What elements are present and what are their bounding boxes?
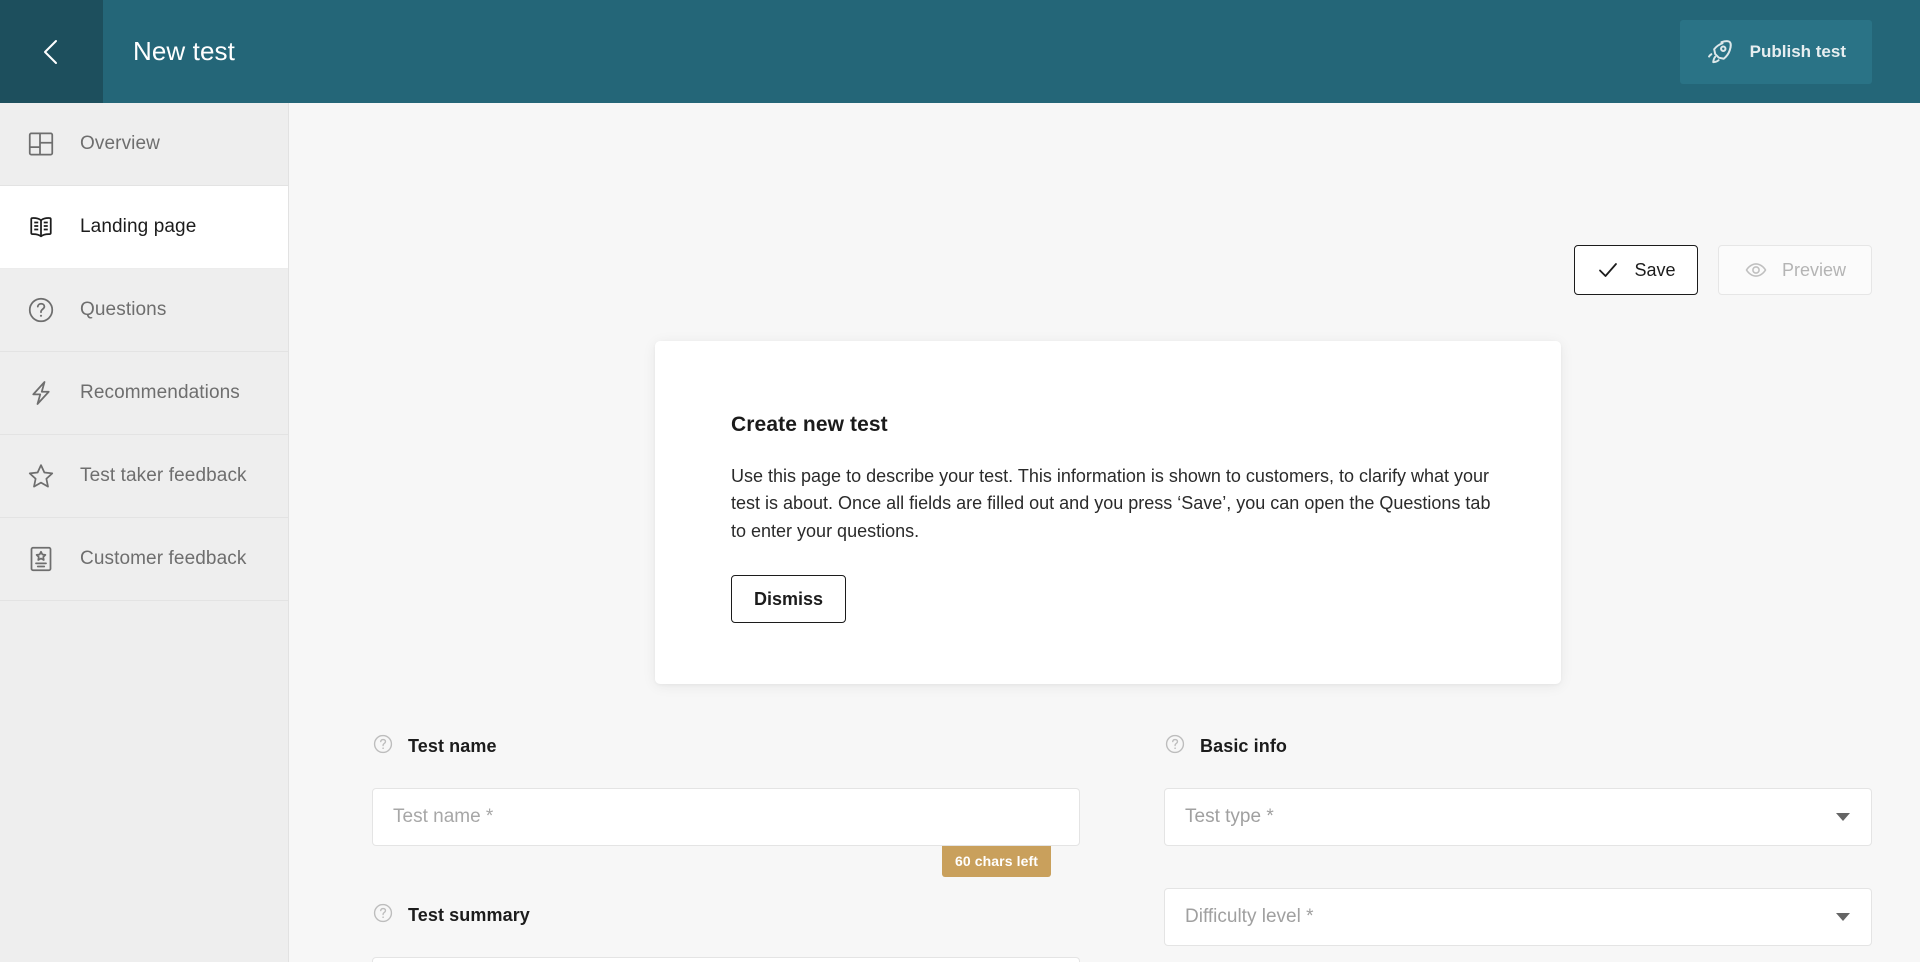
check-icon — [1596, 258, 1620, 282]
star-icon — [24, 459, 58, 493]
header-spacer — [235, 0, 1680, 103]
test-summary-label: Test summary — [408, 905, 530, 926]
page-title: New test — [103, 0, 235, 103]
save-button[interactable]: Save — [1574, 245, 1698, 295]
question-circle-icon[interactable] — [372, 733, 394, 760]
question-circle-icon — [24, 293, 58, 327]
sidebar-item-label: Overview — [80, 133, 160, 155]
sidebar-item-test-taker-feedback[interactable]: Test taker feedback — [0, 435, 288, 518]
sidebar-item-recommendations[interactable]: Recommendations — [0, 352, 288, 435]
test-name-label: Test name — [408, 736, 497, 757]
preview-button[interactable]: Preview — [1718, 245, 1872, 295]
sidebar-item-label: Customer feedback — [80, 548, 246, 570]
lightning-bolt-icon — [24, 376, 58, 410]
app-root: New test Publish test — [0, 0, 1920, 962]
create-new-test-info-card: Create new test Use this page to describ… — [655, 341, 1561, 684]
sidebar-item-label: Test taker feedback — [80, 465, 247, 487]
chevron-left-icon — [36, 36, 68, 68]
back-button[interactable] — [0, 0, 103, 103]
test-name-input[interactable] — [372, 788, 1080, 846]
test-summary-textarea[interactable] — [372, 957, 1080, 962]
test-type-select[interactable]: Test type * — [1164, 788, 1872, 846]
preview-label: Preview — [1782, 260, 1846, 281]
difficulty-level-select-wrap: Difficulty level * — [1164, 888, 1872, 946]
form-column-left: Test name 60 chars left — [372, 733, 1080, 962]
sidebar-item-overview[interactable]: Overview — [0, 103, 288, 186]
open-book-icon — [24, 210, 58, 244]
difficulty-level-select[interactable]: Difficulty level * — [1164, 888, 1872, 946]
test-name-label-row: Test name — [372, 733, 1080, 760]
info-card-body: Use this page to describe your test. Thi… — [731, 463, 1491, 545]
sidebar-item-customer-feedback[interactable]: Customer feedback — [0, 518, 288, 601]
layout-grid-icon — [24, 127, 58, 161]
dismiss-button[interactable]: Dismiss — [731, 575, 846, 623]
test-name-input-wrap: 60 chars left — [372, 788, 1080, 846]
info-card-title: Create new test — [731, 413, 1499, 437]
sidebar-item-label: Recommendations — [80, 382, 240, 404]
difficulty-level-select-value: Difficulty level * — [1185, 906, 1313, 928]
basic-info-label: Basic info — [1200, 736, 1287, 757]
sidebar-item-questions[interactable]: Questions — [0, 269, 288, 352]
chars-left-badge: 60 chars left — [942, 846, 1051, 877]
feedback-card-icon — [24, 542, 58, 576]
sidebar-item-label: Landing page — [80, 216, 196, 238]
test-summary-label-row: Test summary — [372, 902, 1080, 929]
sidebar-item-landing-page[interactable]: Landing page — [0, 186, 288, 269]
publish-test-button[interactable]: Publish test — [1680, 20, 1872, 84]
top-header-bar: New test Publish test — [0, 0, 1920, 103]
form-column-right: Basic info Test type * Difficulty level … — [1164, 733, 1872, 962]
sidebar-nav: Overview Landing page — [0, 103, 289, 962]
rocket-icon — [1706, 38, 1734, 66]
sidebar-item-label: Questions — [80, 299, 166, 321]
question-circle-icon[interactable] — [372, 902, 394, 929]
eye-icon — [1744, 258, 1768, 282]
body-row: Overview Landing page — [0, 103, 1920, 962]
basic-info-label-row: Basic info — [1164, 733, 1872, 760]
publish-test-label: Publish test — [1750, 42, 1846, 62]
test-type-select-value: Test type * — [1185, 806, 1274, 828]
main-content: Save Preview Create new test Use this pa… — [289, 103, 1920, 962]
save-label: Save — [1634, 260, 1675, 281]
action-bar: Save Preview — [1574, 245, 1872, 295]
landing-page-form: Test name 60 chars left — [372, 733, 1872, 962]
test-type-select-wrap: Test type * — [1164, 788, 1872, 846]
question-circle-icon[interactable] — [1164, 733, 1186, 760]
